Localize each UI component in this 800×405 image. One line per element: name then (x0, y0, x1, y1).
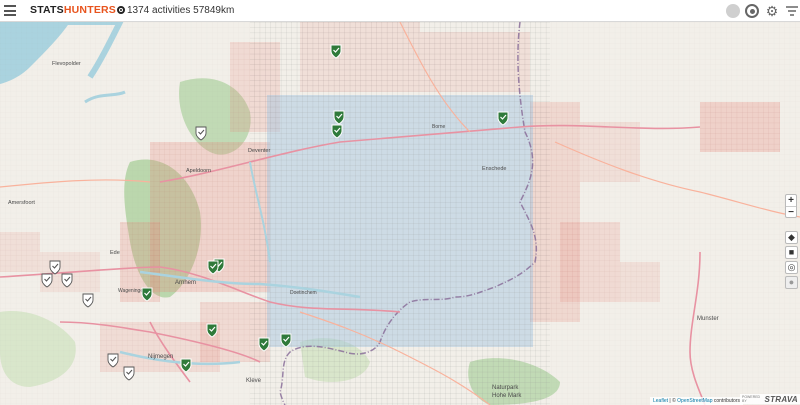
label-hohe-mark: Hohe Mark (492, 393, 522, 399)
label-munster: Munster (697, 316, 719, 322)
zoom-in-button[interactable]: + (786, 195, 796, 206)
strava-logo: STRAVA (764, 394, 798, 404)
tile-grid-faint (0, 22, 800, 405)
label-arnhem: Arnhem (175, 280, 196, 286)
label-enschede: Enschede (482, 166, 506, 172)
gear-icon[interactable]: ⚙ (765, 4, 779, 18)
filter-funnel-icon[interactable] (785, 4, 799, 18)
attribution-sep: | © (668, 398, 678, 404)
map-svg[interactable]: Flevopolder Amersfoort Ede Arnhem Apeldo… (0, 22, 800, 405)
label-naturpark: Naturpark (492, 385, 519, 391)
label-nijmegen: Nijmegen (148, 354, 173, 360)
label-kleve: Kleve (246, 378, 262, 384)
activity-summary: 1374 activities 57849km (127, 5, 235, 16)
label-deventer: Deventer (248, 148, 270, 154)
record-icon[interactable] (745, 4, 759, 18)
powered-by-text: POWERED BY (742, 395, 761, 403)
save-icon[interactable]: ■ (785, 246, 798, 259)
map-canvas[interactable]: Flevopolder Amersfoort Ede Arnhem Apeldo… (0, 22, 800, 405)
osm-link[interactable]: OpenStreetMap (677, 398, 712, 404)
zoom-out-button[interactable]: − (786, 206, 796, 218)
person-marker-icon[interactable]: ● (785, 276, 798, 289)
brand-stats-text: STATS (30, 4, 64, 16)
label-flevopolder: Flevopolder (52, 61, 81, 67)
route-diamond-icon[interactable]: ◆ (785, 231, 798, 244)
label-amersfoort: Amersfoort (8, 200, 35, 206)
attribution-contributors: contributors (712, 398, 740, 404)
brand-logo[interactable]: STATS HUNTERS (30, 4, 126, 16)
leaflet-link[interactable]: Leaflet (653, 398, 668, 404)
locate-target-icon[interactable]: ◎ (785, 261, 798, 274)
zoom-control: + − (785, 194, 797, 218)
label-apeldoorn: Apeldoorn (186, 168, 211, 174)
label-doetinchem: Doetinchem (290, 290, 317, 296)
status-circle-icon[interactable] (726, 4, 740, 18)
stats-hunters-app: STATSHUNTERS 1374 activities 57849km ⚙ (0, 0, 800, 405)
label-ede: Ede (110, 250, 120, 256)
brand-target-icon (117, 6, 126, 14)
hamburger-menu-icon[interactable] (4, 5, 16, 17)
powered-by-strava: POWERED BY STRAVA (740, 394, 800, 404)
label-borne: Borne (432, 124, 446, 130)
top-bar: STATS HUNTERS 1374 activities 57849km ⚙ (0, 0, 800, 22)
brand-hunters-text: HUNTERS (63, 4, 117, 16)
map-attribution: Leaflet | © OpenStreetMap contributors (650, 397, 743, 405)
